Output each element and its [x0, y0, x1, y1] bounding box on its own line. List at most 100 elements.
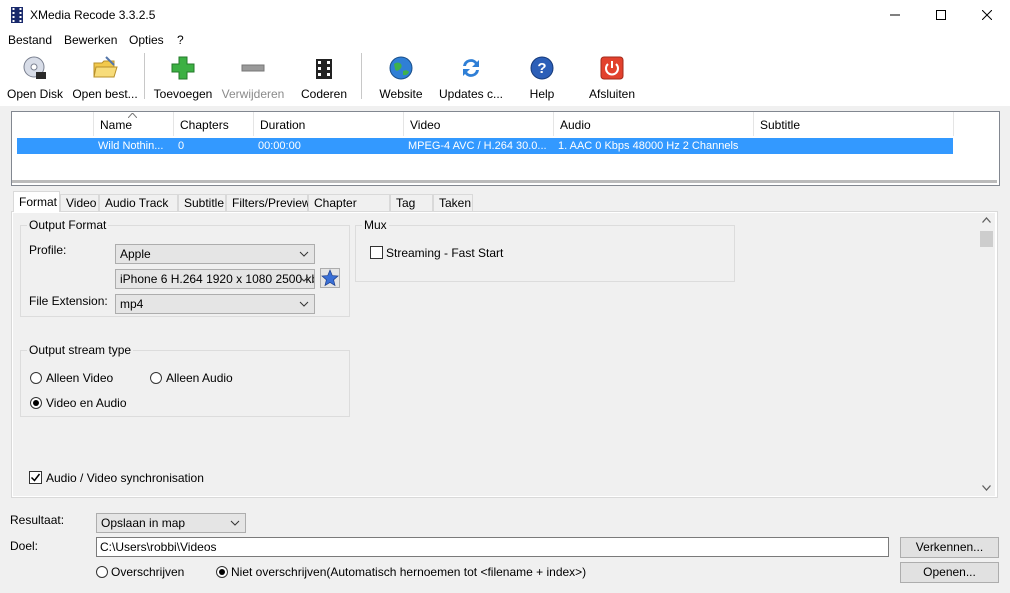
doel-label: Doel: — [10, 539, 39, 553]
chevron-down-icon — [299, 276, 309, 282]
website-button[interactable]: Website — [374, 52, 428, 102]
cell-duration: 00:00:00 — [258, 140, 301, 152]
group-title: Output Format — [27, 218, 109, 232]
menu-help[interactable]: ? — [177, 33, 184, 47]
av-sync-label: Audio / Video synchronisation — [46, 471, 204, 485]
video-en-audio-label: Video en Audio — [46, 396, 127, 410]
profile-select[interactable]: Apple — [115, 244, 315, 264]
toolbar-label: Afsluiten — [588, 87, 636, 101]
menu-bestand[interactable]: Bestand — [8, 33, 52, 47]
toolbar-separator — [361, 53, 362, 99]
window-title: XMedia Recode 3.3.2.5 — [30, 8, 156, 22]
toolbar-label: Open Disk — [6, 87, 64, 101]
toolbar: Open Disk Open best... Toevoegen Verwijd… — [0, 50, 1010, 106]
av-sync-checkbox[interactable] — [29, 471, 42, 484]
no-overwrite-radio[interactable] — [216, 566, 228, 578]
file-list[interactable]: Name Chapters Duration Video Audio Subti… — [11, 111, 1000, 186]
power-icon — [600, 56, 624, 80]
close-icon — [982, 10, 992, 20]
resultaat-value: Opslaan in map — [101, 516, 186, 530]
alleen-video-radio[interactable] — [30, 372, 42, 384]
column-header-subtitle[interactable]: Subtitle — [754, 112, 954, 136]
list-splitter[interactable] — [12, 180, 997, 183]
video-en-audio-radio[interactable] — [30, 397, 42, 409]
toolbar-separator — [144, 53, 145, 99]
film-strip-icon — [11, 7, 23, 23]
help-icon: ? — [530, 56, 554, 80]
alleen-audio-label: Alleen Audio — [166, 371, 233, 385]
minimize-button[interactable] — [872, 0, 918, 30]
toolbar-label: Help — [529, 87, 555, 101]
tab-chapter-editor[interactable]: Chapter Editor — [308, 194, 390, 227]
scroll-down-icon[interactable] — [982, 485, 991, 491]
resultaat-label: Resultaat: — [10, 513, 65, 527]
film-encode-icon — [316, 59, 332, 79]
column-header[interactable] — [12, 112, 94, 136]
toolbar-label: Open best... — [72, 87, 138, 101]
remove-button[interactable]: Verwijderen — [220, 52, 286, 102]
menu-bewerken[interactable]: Bewerken — [64, 33, 117, 47]
tab-tag[interactable]: Tag — [390, 194, 433, 211]
scroll-thumb[interactable] — [980, 231, 993, 247]
file-extension-label: File Extension: — [29, 294, 108, 308]
tab-video[interactable]: Video — [60, 194, 99, 211]
tab-format[interactable]: Format — [13, 191, 60, 212]
browse-button[interactable]: Verkennen... — [900, 537, 999, 558]
tab-filters-preview[interactable]: Filters/Preview — [226, 194, 311, 211]
column-header-audio[interactable]: Audio — [554, 112, 754, 136]
column-header-video[interactable]: Video — [404, 112, 554, 136]
no-overwrite-label: Niet overschrijven(Automatisch hernoemen… — [231, 565, 587, 579]
scroll-up-icon[interactable] — [982, 217, 991, 223]
updates-button[interactable]: Updates c... — [438, 52, 504, 102]
alleen-audio-radio[interactable] — [150, 372, 162, 384]
minimize-icon — [890, 14, 900, 16]
toolbar-label: Verwijderen — [221, 87, 285, 101]
profile-label: Profile: — [29, 243, 67, 257]
column-header-duration[interactable]: Duration — [254, 112, 404, 136]
maximize-button[interactable] — [918, 0, 964, 30]
toolbar-label: Updates c... — [438, 87, 504, 101]
maximize-icon — [936, 10, 946, 20]
tab-taken[interactable]: Taken — [433, 194, 473, 211]
chevron-down-icon — [299, 301, 309, 307]
overwrite-radio[interactable] — [96, 566, 108, 578]
menu-opties[interactable]: Opties — [129, 33, 164, 47]
tab-audio-track-1[interactable]: Audio Track 1 — [99, 194, 178, 227]
close-button[interactable] — [964, 0, 1010, 30]
tab-subtitle[interactable]: Subtitle — [178, 194, 226, 211]
help-button[interactable]: ? Help — [522, 52, 562, 102]
output-path-input[interactable]: C:\Users\robbi\Videos — [96, 537, 889, 557]
sort-ascending-icon — [128, 113, 137, 118]
group-title: Output stream type — [27, 343, 134, 357]
open-output-button[interactable]: Openen... — [900, 562, 999, 583]
chevron-down-icon — [230, 520, 240, 526]
streaming-checkbox[interactable] — [370, 246, 383, 259]
open-file-button[interactable]: Open best... — [72, 52, 138, 102]
column-header-chapters[interactable]: Chapters — [174, 112, 254, 136]
output-path-value: C:\Users\robbi\Videos — [100, 540, 217, 554]
chevron-down-icon — [299, 251, 309, 257]
alleen-video-label: Alleen Video — [46, 371, 114, 385]
toolbar-label: Coderen — [300, 87, 348, 101]
streaming-label: Streaming - Fast Start — [386, 246, 504, 260]
column-header-name[interactable]: Name — [94, 112, 174, 136]
exit-button[interactable]: Afsluiten — [584, 52, 640, 102]
favorite-button[interactable] — [320, 268, 340, 288]
resultaat-select[interactable]: Opslaan in map — [96, 513, 246, 533]
checkmark-icon — [30, 473, 41, 482]
disc-icon — [23, 56, 46, 79]
file-extension-select[interactable]: mp4 — [115, 294, 315, 314]
cell-video: MPEG-4 AVC / H.264 30.0... — [408, 140, 547, 152]
toolbar-label: Website — [379, 87, 423, 101]
preset-select-value: iPhone 6 H.264 1920 x 1080 2500 kb — [120, 272, 315, 286]
vertical-scrollbar[interactable] — [978, 213, 995, 496]
open-disk-button[interactable]: Open Disk — [6, 52, 64, 102]
globe-icon — [389, 56, 413, 80]
group-title: Mux — [362, 218, 389, 232]
cell-chapters: 0 — [178, 140, 185, 152]
cell-name: Wild Nothin... — [98, 140, 164, 152]
encode-button[interactable]: Coderen — [296, 52, 352, 102]
add-button[interactable]: Toevoegen — [152, 52, 214, 102]
column-header-label: Name — [100, 118, 133, 132]
preset-select[interactable]: iPhone 6 H.264 1920 x 1080 2500 kb — [115, 269, 315, 289]
